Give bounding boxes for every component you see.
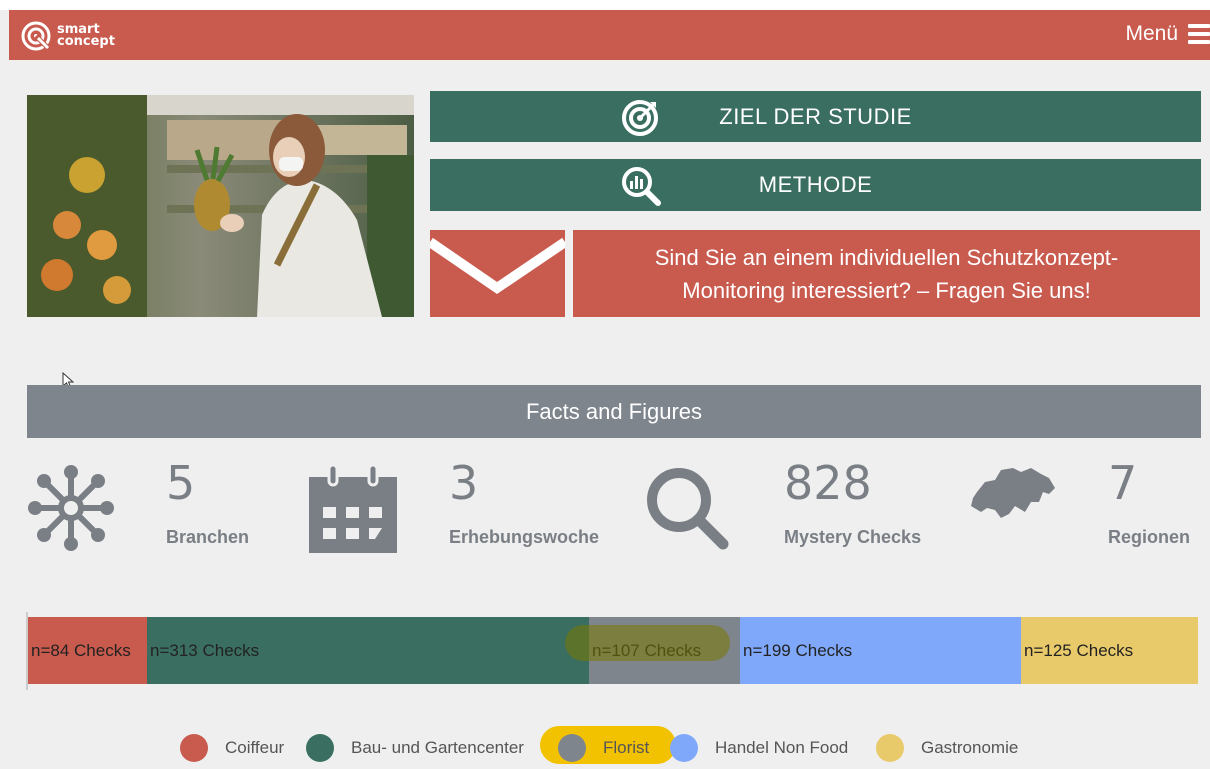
stat-regionen-label: Regionen — [1108, 527, 1191, 547]
page: smart concept Menü ZIEL DER STUDIE METHO… — [0, 0, 1210, 769]
segment-coiffeur: n=84 Checks — [28, 617, 147, 684]
menu-label: Menü — [1125, 22, 1178, 45]
envelope-icon — [427, 237, 568, 295]
legend-item-gastronomie[interactable]: Gastronomie — [876, 730, 1018, 766]
mail-button[interactable] — [427, 230, 568, 317]
legend-label-coiffeur: Coiffeur — [225, 738, 285, 757]
legend-label-bau-und-gartencenter: Bau- und Gartencenter — [351, 738, 524, 757]
hero-photo — [27, 95, 414, 317]
stat-mystery-checks-label: Mystery Checks — [784, 527, 922, 547]
facts-and-figures-title: Facts and Figures — [525, 398, 703, 424]
stat-erhebungswoche-label: Erhebungswoche — [449, 527, 600, 547]
supermarket-photo-icon — [27, 95, 414, 317]
logo[interactable]: smart concept — [21, 20, 115, 52]
legend-label-florist: Florist — [603, 738, 650, 757]
legend-item-handel-non-food[interactable]: Handel Non Food — [670, 730, 848, 766]
target-icon — [622, 100, 658, 136]
stat-branchen-value: 5 — [166, 456, 196, 510]
segment-handel-non-food: n=199 Checks — [740, 617, 1021, 684]
segment-bau-und-gartencenter: n=313 Checks — [147, 617, 589, 684]
legend-dot-florist — [558, 734, 586, 762]
contact-request-button[interactable]: Sind Sie an einem individuellen Schutzko… — [573, 230, 1200, 317]
stat-regionen-value: 7 — [1108, 456, 1138, 510]
legend-dot-coiffeur — [180, 734, 208, 762]
segment-gastronomie: n=125 Checks — [1021, 617, 1198, 684]
switzerland-map-icon — [971, 468, 1055, 518]
logo-line-2: concept — [57, 34, 115, 49]
stat-mystery-checks-value: 828 — [784, 456, 872, 510]
legend-item-coiffeur[interactable]: Coiffeur — [180, 730, 284, 766]
contact-request-label: Sind Sie an einem individuellen Schutzko… — [654, 244, 1119, 303]
legend-dot-handel-non-food — [670, 734, 698, 762]
top-strip — [0, 0, 1210, 10]
legend-label-gastronomie: Gastronomie — [921, 738, 1019, 757]
hamburger-icon — [1188, 22, 1210, 46]
stat-branchen-label: Branchen — [166, 527, 250, 547]
bar-highlight-marker — [565, 625, 730, 661]
legend-label-handel-non-food: Handel Non Food — [715, 738, 849, 757]
legend-dot-bau-und-gartencenter — [306, 734, 334, 762]
magnifier-icon — [647, 468, 729, 550]
legend: Coiffeur Bau- und Gartencenter Florist H… — [0, 730, 1210, 766]
analysis-magnifier-icon — [622, 167, 661, 206]
network-icon — [28, 465, 114, 551]
ziel-der-studie-button[interactable]: ZIEL DER STUDIE — [430, 91, 1201, 142]
calendar-icon — [309, 465, 397, 553]
logo-icon — [21, 21, 51, 51]
legend-dot-gastronomie — [876, 734, 904, 762]
menu-button[interactable]: Menü — [1125, 22, 1210, 46]
logo-text: smart concept — [57, 23, 115, 49]
site-header: smart concept Menü — [9, 10, 1210, 60]
ziel-der-studie-label: ZIEL DER STUDIE — [719, 103, 912, 129]
stat-erhebungswoche-value: 3 — [449, 456, 479, 510]
facts-and-figures-header: Facts and Figures — [27, 385, 1201, 438]
methode-label: METHODE — [758, 172, 873, 197]
methode-button[interactable]: METHODE — [430, 159, 1201, 211]
legend-item-florist[interactable]: Florist — [558, 730, 649, 766]
legend-item-bau-und-gartencenter[interactable]: Bau- und Gartencenter — [306, 730, 524, 766]
